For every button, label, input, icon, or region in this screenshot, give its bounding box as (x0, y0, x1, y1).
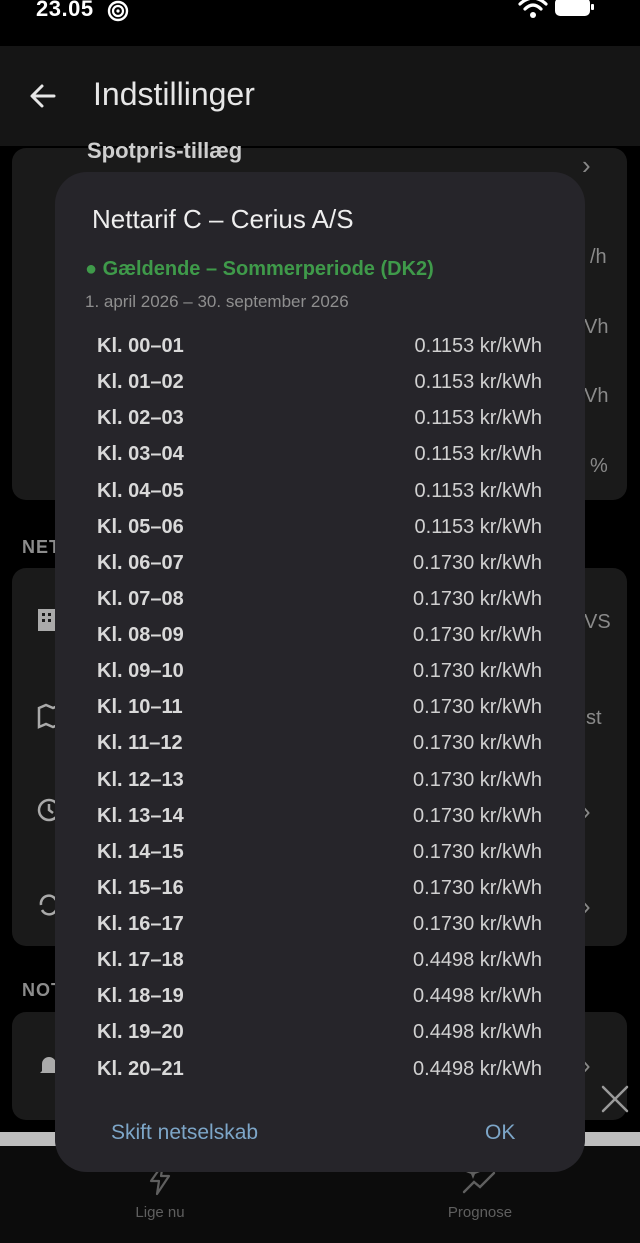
tariff-price: 0.1730 kr/kWh (413, 768, 542, 791)
bg-fragment: st (586, 707, 602, 729)
tariff-row: Kl. 14–15 0.1730 kr/kWh (55, 836, 585, 872)
tariff-row: Kl. 01–02 0.1153 kr/kWh (55, 366, 585, 402)
tariff-row: Kl. 09–10 0.1730 kr/kWh (55, 655, 585, 691)
tariff-row: Kl. 00–01 0.1153 kr/kWh (55, 330, 585, 366)
tariff-row: Kl. 10–11 0.1730 kr/kWh (55, 691, 585, 727)
tariff-price: 0.1153 kr/kWh (414, 515, 542, 538)
tariff-price: 0.4498 kr/kWh (413, 949, 542, 972)
tariff-price: 0.1730 kr/kWh (413, 913, 542, 936)
tariff-price: 0.1730 kr/kWh (413, 804, 542, 827)
tariff-price: 0.1153 kr/kWh (414, 371, 542, 394)
tariff-dialog: Nettarif C – Cerius A/S ● Gældende – Som… (55, 172, 585, 1172)
tariff-price: 0.1730 kr/kWh (413, 551, 542, 574)
tariff-hour: Kl. 17–18 (97, 949, 184, 972)
tariff-row: Kl. 12–13 0.1730 kr/kWh (55, 764, 585, 800)
tariff-row: Kl. 17–18 0.4498 kr/kWh (55, 944, 585, 980)
tariff-price: 0.1730 kr/kWh (413, 660, 542, 683)
tariff-row: Kl. 11–12 0.1730 kr/kWh (55, 727, 585, 763)
tariff-hour: Kl. 15–16 (97, 876, 184, 899)
tariff-row: Kl. 13–14 0.1730 kr/kWh (55, 800, 585, 836)
bg-fragment: /h (590, 246, 607, 268)
tariff-price: 0.4498 kr/kWh (413, 1057, 542, 1076)
tariff-hour: Kl. 10–11 (97, 696, 183, 719)
tariff-price: 0.1730 kr/kWh (413, 840, 542, 863)
tariff-row: Kl. 02–03 0.1153 kr/kWh (55, 402, 585, 438)
tariff-price: 0.1153 kr/kWh (414, 443, 542, 466)
tariff-row: Kl. 18–19 0.4498 kr/kWh (55, 980, 585, 1016)
tariff-hour: Kl. 04–05 (97, 479, 184, 502)
tariff-price: 0.1153 kr/kWh (414, 479, 542, 502)
nav-label: Prognose (447, 1204, 513, 1221)
tariff-hour: Kl. 03–04 (97, 443, 184, 466)
status-time: 23.05 (36, 0, 94, 21)
tariff-row: Kl. 08–09 0.1730 kr/kWh (55, 619, 585, 655)
tariff-price: 0.1730 kr/kWh (413, 624, 542, 647)
tariff-hour: Kl. 16–17 (97, 913, 184, 936)
tariff-hour: Kl. 07–08 (97, 587, 184, 610)
tariff-hour: Kl. 06–07 (97, 551, 184, 574)
tariff-hour: Kl. 12–13 (97, 768, 184, 791)
tariff-price: 0.1730 kr/kWh (413, 696, 542, 719)
chevron-right-icon[interactable]: › (582, 150, 591, 181)
tariff-price: 0.1153 kr/kWh (414, 335, 542, 357)
ok-button[interactable]: OK (485, 1121, 515, 1145)
tariff-price: 0.4498 kr/kWh (413, 985, 542, 1008)
tariff-hour: Kl. 20–21 (97, 1057, 184, 1076)
app-bar: Indstillinger (0, 46, 640, 146)
spot-surcharge-title: Spotpris-tillæg (87, 138, 243, 163)
period-text: 1. april 2026 – 30. september 2026 (85, 292, 349, 311)
back-arrow-icon[interactable] (26, 79, 60, 113)
tariff-list[interactable]: Kl. 00–01 0.1153 kr/kWh Kl. 01–02 0.1153 kr… (55, 330, 585, 1076)
tariff-row: Kl. 20–21 0.4498 kr/kWh (55, 1053, 585, 1076)
tariff-row: Kl. 06–07 0.1730 kr/kWh (55, 547, 585, 583)
spiral-icon (107, 0, 129, 22)
bg-fragment: Vh (584, 385, 609, 407)
dialog-title: Nettarif C – Cerius A/S (92, 204, 354, 234)
tariff-price: 0.4498 kr/kWh (413, 1021, 542, 1044)
tariff-price: 0.1730 kr/kWh (413, 587, 542, 610)
tariff-hour: Kl. 14–15 (97, 840, 184, 863)
wifi-icon (518, 0, 548, 18)
tariff-hour: Kl. 11–12 (97, 732, 183, 755)
page-title: Indstillinger (93, 76, 255, 112)
tariff-hour: Kl. 08–09 (97, 624, 184, 647)
tariff-hour: Kl. 00–01 (97, 335, 184, 357)
tariff-hour: Kl. 09–10 (97, 660, 184, 683)
nav-label: Lige nu (135, 1204, 185, 1221)
tariff-hour: Kl. 02–03 (97, 407, 184, 430)
tariff-row: Kl. 19–20 0.4498 kr/kWh (55, 1016, 585, 1052)
tariff-hour: Kl. 19–20 (97, 1021, 184, 1044)
tariff-row: Kl. 04–05 0.1153 kr/kWh (55, 475, 585, 511)
tariff-price: 0.1730 kr/kWh (413, 876, 542, 899)
tariff-row: Kl. 07–08 0.1730 kr/kWh (55, 583, 585, 619)
tariff-hour: Kl. 01–02 (97, 371, 184, 394)
tariff-row: Kl. 15–16 0.1730 kr/kWh (55, 872, 585, 908)
tariff-hour: Kl. 13–14 (97, 804, 184, 827)
tariff-row: Kl. 03–04 0.1153 kr/kWh (55, 438, 585, 474)
close-icon[interactable] (598, 1082, 632, 1116)
tariff-row: Kl. 16–17 0.1730 kr/kWh (55, 908, 585, 944)
tariff-price: 0.1153 kr/kWh (414, 407, 542, 430)
bg-fragment: % (590, 455, 608, 477)
tariff-hour: Kl. 05–06 (97, 515, 184, 538)
tariff-row: Kl. 05–06 0.1153 kr/kWh (55, 511, 585, 547)
bg-fragment: Vh (584, 316, 609, 338)
tariff-price: 0.1730 kr/kWh (413, 732, 542, 755)
status-badge: ● Gældende – Sommerperiode (DK2) (85, 258, 434, 280)
change-provider-button[interactable]: Skift netselskab (111, 1121, 258, 1145)
tariff-hour: Kl. 18–19 (97, 985, 184, 1008)
bg-fragment: VS (584, 611, 611, 633)
status-bar: 23.05 (0, 0, 640, 46)
battery-icon (555, 0, 594, 16)
